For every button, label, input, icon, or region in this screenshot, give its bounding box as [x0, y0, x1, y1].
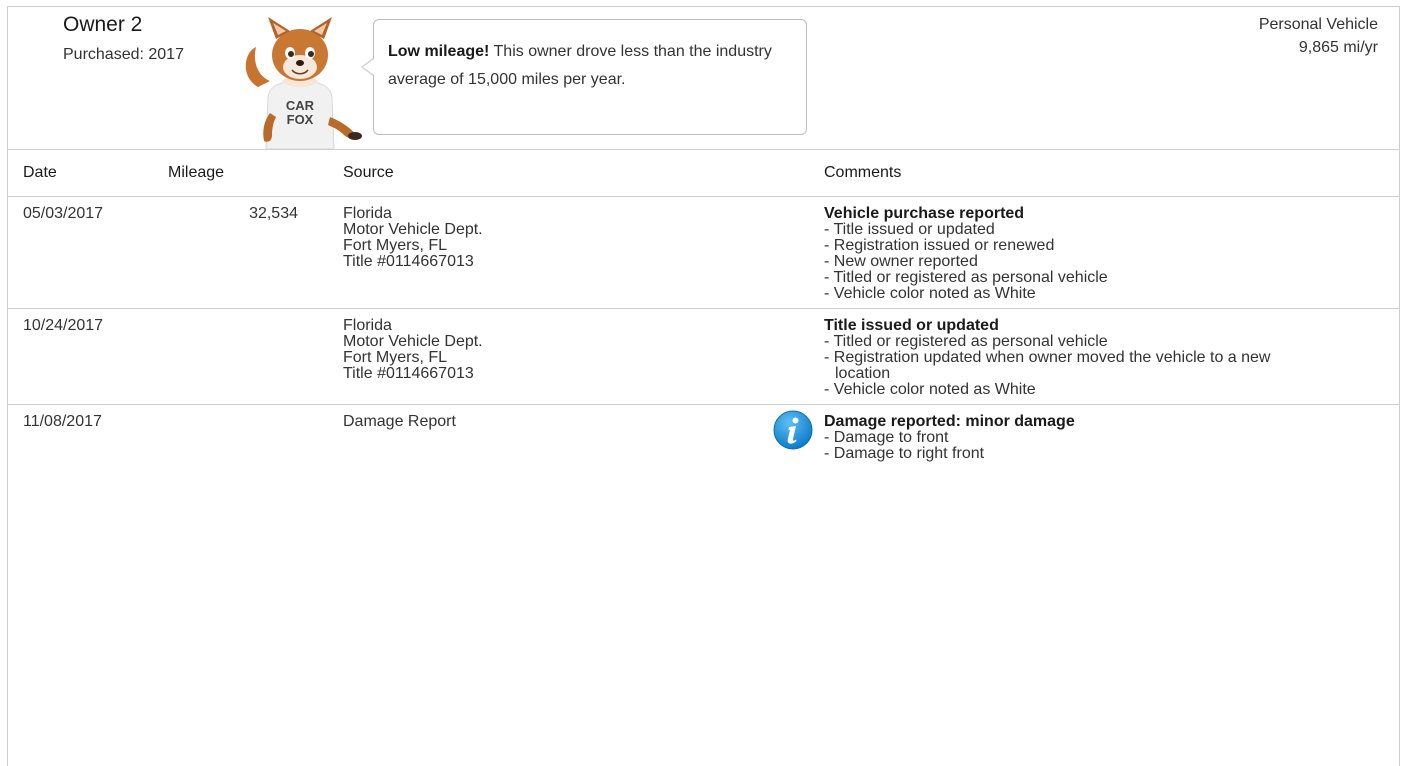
- source-line: Title #0114667013: [343, 365, 474, 382]
- carfox-mascot-image: CAR FOX: [245, 17, 362, 149]
- comment-line: - Damage to right front: [824, 445, 985, 462]
- table-row: 10/24/2017 Florida Motor Vehicle Dept. F…: [8, 308, 1399, 405]
- comment-line: - New owner reported: [824, 253, 978, 270]
- comment-heading: Vehicle purchase reported: [824, 205, 1025, 222]
- shirt-text-line1: CAR: [286, 98, 315, 113]
- comment-line: - Registration issued or renewed: [824, 237, 1055, 254]
- comment-line: - Registration updated when owner moved …: [824, 349, 1271, 366]
- comment-heading: Damage reported: minor damage: [824, 413, 1075, 430]
- row-mileage: 32,534: [249, 205, 298, 222]
- owner-header: Owner 2 Purchased: 2017 CAR FOX Low mile…: [8, 7, 1399, 149]
- source-line: Motor Vehicle Dept.: [343, 333, 483, 350]
- row-source: Damage Report: [298, 405, 773, 469]
- source-line: Florida: [343, 205, 392, 222]
- source-line: Fort Myers, FL: [343, 237, 448, 254]
- source-line: Fort Myers, FL: [343, 349, 448, 366]
- row-source: Florida Motor Vehicle Dept. Fort Myers, …: [298, 196, 773, 309]
- comment-line: - Vehicle color noted as White: [824, 285, 1036, 302]
- history-table: Date Mileage Source Comments 05/03/2017 …: [8, 149, 1399, 468]
- usage-type: Personal Vehicle: [1258, 16, 1378, 33]
- comment-line: - Vehicle color noted as White: [824, 381, 1036, 398]
- row-source: Florida Motor Vehicle Dept. Fort Myers, …: [298, 308, 773, 405]
- source-line: Motor Vehicle Dept.: [343, 221, 483, 238]
- comment-heading: Title issued or updated: [824, 317, 999, 334]
- header-date: Date: [8, 149, 168, 197]
- row-date: 10/24/2017: [8, 308, 168, 405]
- row-comments: Damage reported: minor damage - Damage t…: [824, 405, 1399, 469]
- source-line: Title #0114667013: [343, 253, 474, 270]
- row-comments: Vehicle purchase reported - Title issued…: [824, 196, 1399, 309]
- table-header-row: Date Mileage Source Comments: [8, 149, 1399, 197]
- comment-line: - Titled or registered as personal vehic…: [824, 269, 1108, 286]
- owner-history-panel: Owner 2 Purchased: 2017 CAR FOX Low mile…: [7, 6, 1400, 766]
- row-comments: Title issued or updated - Titled or regi…: [824, 308, 1399, 405]
- purchased-year: Purchased: 2017: [63, 46, 184, 63]
- shirt-text-line2: FOX: [287, 112, 314, 127]
- info-icon[interactable]: [773, 410, 813, 450]
- source-line: Florida: [343, 317, 392, 334]
- comment-line: - Title issued or updated: [824, 221, 995, 238]
- source-line: Damage Report: [343, 413, 456, 430]
- comment-line: - Titled or registered as personal vehic…: [824, 333, 1108, 350]
- header-comments: Comments: [824, 149, 1399, 197]
- usage-summary: Personal Vehicle 9,865 mi/yr: [1259, 13, 1378, 59]
- low-mileage-callout: Low mileage! This owner drove less than …: [361, 19, 807, 135]
- row-date: 05/03/2017: [8, 196, 168, 309]
- header-source: Source: [298, 149, 773, 197]
- owner-title: Owner 2: [63, 13, 143, 36]
- table-row: 11/08/2017 Damage Report Damage reported…: [8, 405, 1399, 469]
- table-row: 05/03/2017 32,534 Florida Motor Vehicle …: [8, 196, 1399, 309]
- row-date: 11/08/2017: [23, 413, 102, 430]
- header-mileage: Mileage: [168, 149, 298, 197]
- comment-line: - Damage to front: [824, 429, 949, 446]
- mileage-rate: 9,865 mi/yr: [1298, 39, 1378, 56]
- comment-line: location: [835, 365, 891, 382]
- callout-bold-text: Low mileage!: [388, 43, 490, 60]
